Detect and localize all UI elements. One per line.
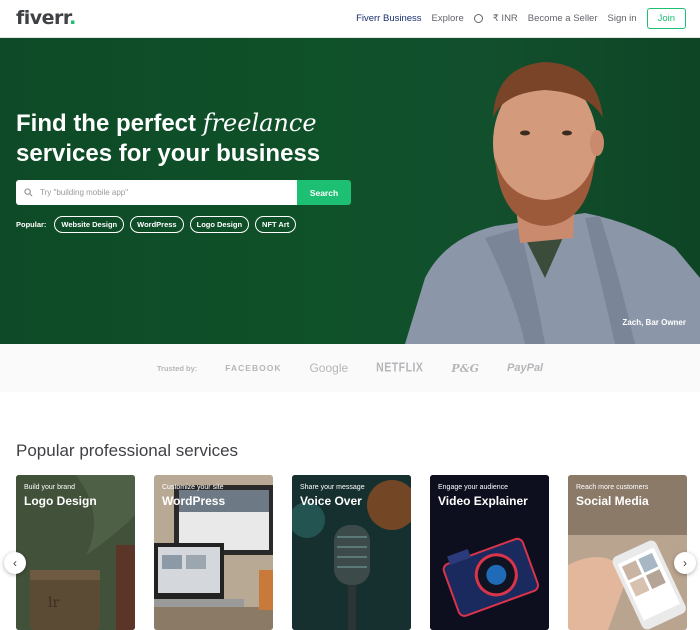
popular-tag[interactable]: Website Design bbox=[54, 216, 125, 233]
popular-tag[interactable]: WordPress bbox=[130, 216, 184, 233]
svg-text:lr: lr bbox=[48, 595, 59, 611]
fiverr-logo[interactable]: fiverr. bbox=[16, 7, 76, 29]
service-card-video-explainer[interactable]: Engage your audience Video Explainer bbox=[430, 475, 549, 630]
hero-title: Find the perfect freelance services for … bbox=[16, 109, 321, 167]
trusted-by-bar: Trusted by: FACEBOOK Google NETFLIX P&G … bbox=[0, 344, 700, 392]
nav-fiverr-business[interactable]: Fiverr Business bbox=[356, 13, 421, 24]
card-subtitle: Customize your site bbox=[162, 484, 224, 491]
facebook-logo: FACEBOOK bbox=[225, 363, 282, 373]
popular-label: Popular: bbox=[16, 220, 47, 229]
hero-person-image bbox=[405, 62, 700, 344]
popular-tag[interactable]: NFT Art bbox=[255, 216, 297, 233]
popular-tag[interactable]: Logo Design bbox=[189, 216, 250, 233]
search-icon bbox=[24, 188, 33, 197]
chevron-right-icon: › bbox=[683, 556, 687, 570]
carousel-prev-button[interactable]: ‹ bbox=[4, 552, 26, 574]
card-subtitle: Reach more customers bbox=[576, 484, 649, 491]
service-card-social-media[interactable]: Reach more customers Social Media bbox=[568, 475, 687, 630]
services-carousel: lr Build your brand Logo Design Customiz… bbox=[16, 475, 687, 630]
google-logo: Google bbox=[309, 361, 349, 375]
service-card-voice-over[interactable]: Share your message Voice Over bbox=[292, 475, 411, 630]
hero-banner: Find the perfect freelance services for … bbox=[0, 38, 700, 344]
hero-caption: Zach, Bar Owner bbox=[622, 318, 686, 327]
join-button[interactable]: Join bbox=[646, 8, 686, 29]
card-subtitle: Build your brand bbox=[24, 484, 75, 491]
popular-tags: Popular: Website Design WordPress Logo D… bbox=[16, 216, 297, 233]
netflix-logo: NETFLIX bbox=[376, 360, 424, 376]
top-header: fiverr. Fiverr Business Explore ₹ INR Be… bbox=[0, 0, 700, 38]
search-field[interactable] bbox=[16, 180, 297, 205]
card-subtitle: Share your message bbox=[300, 484, 365, 491]
nav-become-seller[interactable]: Become a Seller bbox=[528, 13, 598, 24]
card-title: Logo Design bbox=[24, 494, 97, 508]
hero-search: Search bbox=[16, 180, 351, 205]
paypal-logo: PayPal bbox=[507, 362, 544, 374]
nav-currency[interactable]: ₹ INR bbox=[493, 13, 518, 24]
globe-icon[interactable] bbox=[473, 14, 483, 23]
card-title: WordPress bbox=[162, 494, 226, 508]
top-nav: Fiverr Business Explore ₹ INR Become a S… bbox=[356, 8, 686, 29]
card-title: Social Media bbox=[576, 494, 649, 508]
service-card-logo-design[interactable]: lr Build your brand Logo Design bbox=[16, 475, 135, 630]
card-subtitle: Engage your audience bbox=[438, 484, 509, 491]
card-title: Video Explainer bbox=[438, 494, 528, 508]
section-title: Popular professional services bbox=[16, 441, 239, 460]
nav-explore[interactable]: Explore bbox=[432, 13, 464, 24]
pg-logo: P&G bbox=[451, 361, 480, 375]
nav-sign-in[interactable]: Sign in bbox=[608, 13, 637, 24]
service-card-wordpress[interactable]: Customize your site WordPress bbox=[154, 475, 273, 630]
search-input[interactable] bbox=[40, 188, 270, 197]
carousel-next-button[interactable]: › bbox=[674, 552, 696, 574]
card-title: Voice Over bbox=[300, 494, 362, 508]
search-button[interactable]: Search bbox=[297, 180, 351, 205]
trusted-label: Trusted by: bbox=[156, 363, 198, 373]
chevron-left-icon: ‹ bbox=[13, 556, 17, 570]
